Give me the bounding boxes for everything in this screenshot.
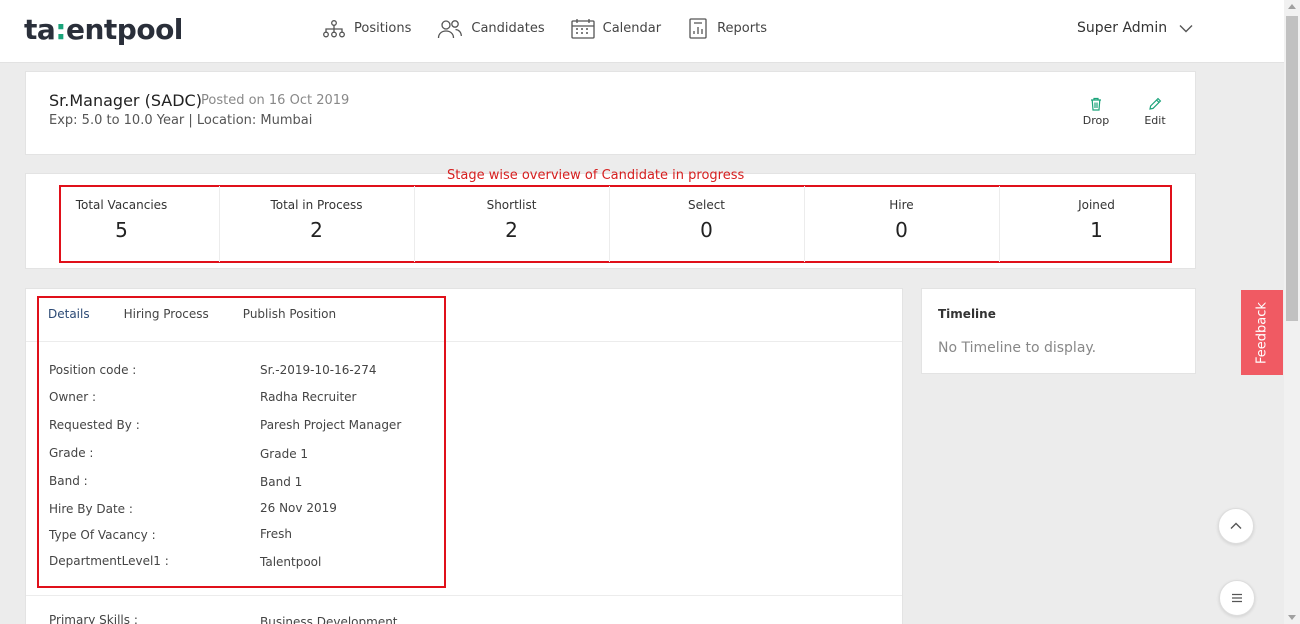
user-menu[interactable]: Super Admin: [1077, 20, 1193, 36]
timeline-title: Timeline: [938, 307, 996, 321]
field-label-primary-skills: Primary Skills :: [49, 613, 138, 624]
stage-annotation: Stage wise overview of Candidate in prog…: [447, 168, 745, 183]
timeline-empty-text: No Timeline to display.: [938, 340, 1097, 356]
feedback-label: Feedback: [1254, 301, 1270, 364]
nav-label: Positions: [354, 21, 412, 36]
position-title: Sr.Manager (SADC): [49, 91, 202, 110]
scroll-to-top-button[interactable]: [1218, 508, 1254, 544]
nav-item-calendar[interactable]: Calendar: [570, 18, 662, 39]
user-name: Super Admin: [1077, 20, 1168, 36]
vertical-scrollbar[interactable]: [1284, 0, 1300, 624]
stat-hire: Hire 0: [804, 186, 999, 262]
stat-label: Select: [687, 198, 726, 212]
main-nav: Positions Candidates Calendar Reports: [322, 18, 793, 39]
nav-label: Reports: [717, 21, 767, 36]
position-meta: Exp: 5.0 to 10.0 Year | Location: Mumbai: [49, 113, 313, 128]
scroll-down-arrow-icon[interactable]: [1288, 615, 1296, 620]
menu-button[interactable]: [1219, 580, 1255, 616]
feedback-tab[interactable]: Feedback: [1241, 290, 1283, 375]
section-divider: [26, 595, 902, 596]
timeline-card: Timeline No Timeline to display.: [921, 288, 1196, 374]
stat-label: Joined: [1078, 198, 1115, 212]
field-value-primary-skills: Business Development: [260, 615, 398, 624]
chevron-down-icon: [1179, 24, 1193, 32]
org-chart-icon: [323, 19, 345, 37]
menu-icon: [1232, 593, 1242, 603]
pencil-icon: [1149, 97, 1162, 110]
position-summary-card: Sr.Manager (SADC) Posted on 16 Oct 2019 …: [25, 71, 1196, 155]
logo-text-end: entpool: [65, 13, 183, 46]
users-icon: [438, 19, 463, 38]
talentpool-logo[interactable]: ta:entpool: [24, 13, 183, 46]
drop-button[interactable]: Drop: [1076, 97, 1116, 127]
stat-select: Select 0: [609, 186, 804, 262]
report-icon: [689, 18, 707, 39]
stat-value: 0: [895, 218, 908, 242]
logo-text-start: ta: [24, 13, 56, 46]
logo-text-accent: :: [55, 13, 66, 46]
drop-label: Drop: [1082, 114, 1110, 127]
stat-label: Total Vacancies: [75, 198, 168, 212]
nav-label: Calendar: [602, 21, 662, 36]
top-header: ta:entpool Positions Candidates Calendar: [0, 0, 1284, 63]
nav-label: Candidates: [471, 21, 545, 36]
trash-icon: [1091, 97, 1101, 111]
posted-date: Posted on 16 Oct 2019: [201, 93, 350, 108]
details-highlight-box: [37, 296, 446, 588]
stat-total-in-process: Total in Process 2: [219, 186, 414, 262]
stat-value: 1: [1090, 218, 1103, 242]
stat-total-vacancies: Total Vacancies 5: [24, 186, 219, 262]
chevron-up-icon: [1230, 522, 1242, 529]
nav-item-reports[interactable]: Reports: [687, 18, 767, 39]
stat-label: Shortlist: [486, 198, 537, 212]
scroll-up-arrow-icon[interactable]: [1288, 4, 1296, 9]
stat-value: 5: [115, 218, 128, 242]
stat-shortlist: Shortlist 2: [414, 186, 609, 262]
stat-value: 0: [700, 218, 713, 242]
stat-label: Hire: [889, 198, 914, 212]
nav-item-candidates[interactable]: Candidates: [437, 19, 545, 39]
calendar-icon: [570, 19, 595, 39]
stat-label: Total in Process: [270, 198, 363, 212]
nav-item-positions[interactable]: Positions: [322, 19, 412, 38]
edit-button[interactable]: Edit: [1135, 97, 1175, 127]
stat-value: 2: [310, 218, 323, 242]
edit-label: Edit: [1144, 114, 1166, 127]
stat-value: 2: [505, 218, 518, 242]
scroll-thumb[interactable]: [1286, 16, 1298, 321]
stat-joined: Joined 1: [999, 186, 1194, 262]
